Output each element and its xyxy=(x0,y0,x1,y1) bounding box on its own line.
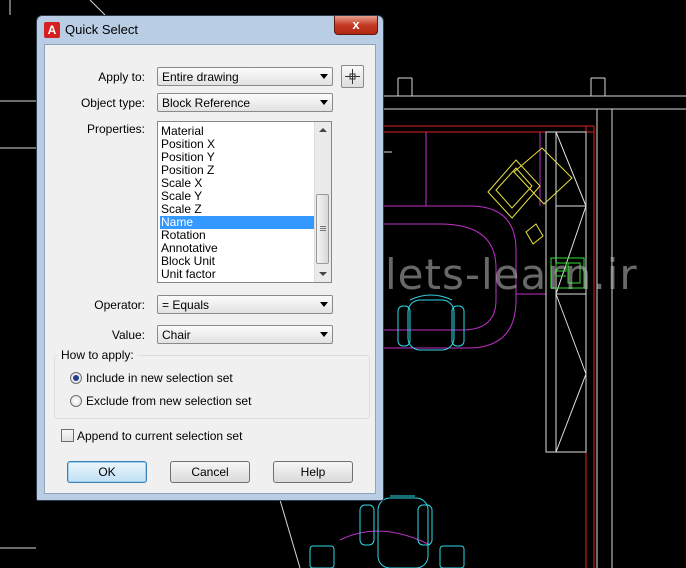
exclude-label[interactable]: Exclude from new selection set xyxy=(86,394,251,408)
include-label[interactable]: Include in new selection set xyxy=(86,371,233,385)
chevron-down-icon xyxy=(320,100,328,105)
grip-line xyxy=(320,228,326,229)
quick-select-dialog: A Quick Select x Apply to: Entire drawin… xyxy=(36,15,384,501)
autocad-icon: A xyxy=(44,22,60,38)
select-objects-button[interactable] xyxy=(341,65,364,88)
scroll-up-icon[interactable] xyxy=(319,128,327,132)
object-type-label: Object type: xyxy=(80,96,145,110)
help-button[interactable]: Help xyxy=(273,461,353,483)
apply-to-dropdown[interactable]: Entire drawing xyxy=(157,67,333,86)
object-type-value: Block Reference xyxy=(162,96,251,110)
scroll-thumb[interactable] xyxy=(316,194,329,264)
chevron-down-icon xyxy=(320,302,328,307)
object-type-dropdown[interactable]: Block Reference xyxy=(157,93,333,112)
operator-dropdown[interactable]: = Equals xyxy=(157,295,333,314)
how-to-apply-group xyxy=(54,355,370,419)
computer xyxy=(487,147,573,245)
value-dropdown[interactable]: Chair xyxy=(157,325,333,344)
dialog-body: Apply to: Entire drawing Object type: Bl… xyxy=(44,44,376,494)
exclude-radio[interactable] xyxy=(70,395,82,407)
apply-to-label: Apply to: xyxy=(98,70,145,84)
red-walls xyxy=(384,125,595,568)
properties-scrollbar[interactable] xyxy=(314,122,331,282)
value-label: Value: xyxy=(111,328,145,342)
close-button[interactable]: x xyxy=(334,16,378,35)
watermark-text: lets-learn.ir xyxy=(385,250,638,299)
how-to-apply-title: How to apply: xyxy=(58,348,137,362)
dialog-title: Quick Select xyxy=(65,22,138,37)
operator-value: = Equals xyxy=(162,298,210,312)
list-item[interactable]: Unit factor xyxy=(160,268,316,281)
operator-label: Operator: xyxy=(94,298,145,312)
grip-line xyxy=(320,226,326,227)
crosshair-icon xyxy=(345,69,360,84)
chevron-down-icon xyxy=(320,74,328,79)
grip-line xyxy=(320,230,326,231)
ok-button[interactable]: OK xyxy=(67,461,147,483)
chair xyxy=(397,294,465,351)
chevron-down-icon xyxy=(320,332,328,337)
properties-label: Properties: xyxy=(86,122,145,136)
scroll-down-icon[interactable] xyxy=(319,272,327,276)
apply-to-value: Entire drawing xyxy=(162,70,239,84)
value-value: Chair xyxy=(162,328,191,342)
properties-list[interactable]: Material Position X Position Y Position … xyxy=(157,121,332,283)
cancel-button[interactable]: Cancel xyxy=(170,461,250,483)
include-radio[interactable] xyxy=(70,372,82,384)
append-checkbox[interactable] xyxy=(61,429,74,442)
title-bar[interactable]: A Quick Select x xyxy=(37,16,383,44)
append-label[interactable]: Append to current selection set xyxy=(77,429,242,443)
